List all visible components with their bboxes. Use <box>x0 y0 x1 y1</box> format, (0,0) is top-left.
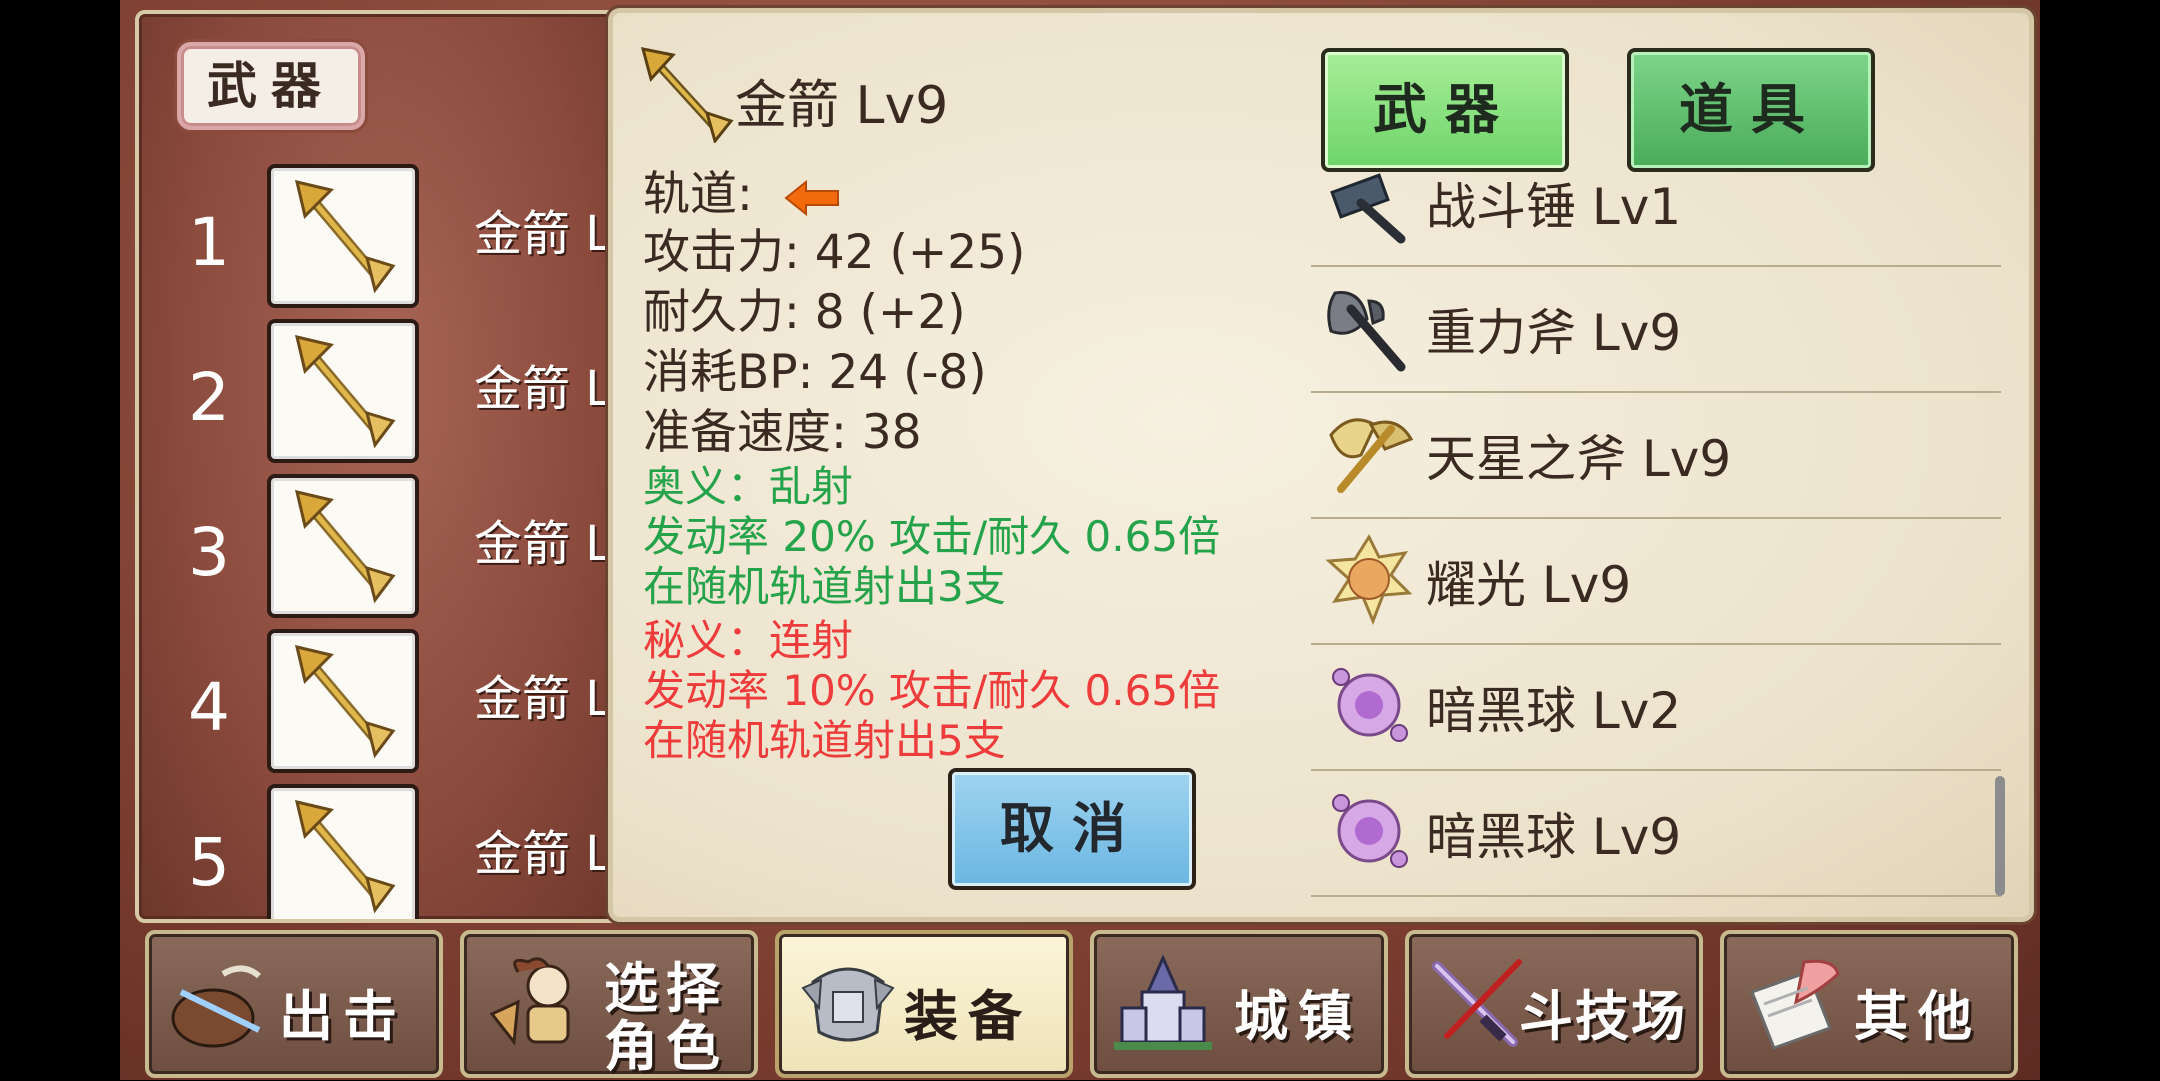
slot-icon-box[interactable] <box>267 474 419 618</box>
slot-icon-box[interactable] <box>267 784 419 919</box>
weapons-panel-title: 武器 <box>177 42 365 130</box>
tab-items[interactable]: 道具 <box>1627 48 1875 172</box>
slot-number: 3 <box>188 514 230 591</box>
inventory-item-name: 耀光 Lv9 <box>1426 556 1632 614</box>
nav-select-character-button[interactable]: 选择 角色 <box>460 930 758 1078</box>
character-icon <box>489 957 570 1046</box>
nav-equipment-button[interactable]: 装备 <box>775 930 1073 1078</box>
slot-weapon-label: 金箭 L <box>474 671 613 727</box>
sortie-icon <box>171 965 261 1048</box>
inventory-item-name: 暗黑球 Lv2 <box>1426 682 1682 740</box>
golden-arrow-icon <box>294 179 396 294</box>
inventory-item-name: 暗黑球 Lv9 <box>1426 808 1682 866</box>
ready-speed-stat: 准备速度: 38 <box>643 405 922 460</box>
attack-stat: 攻击力: 42 (+25) <box>643 225 1026 280</box>
slot-number: 4 <box>188 669 230 746</box>
dark-orb-icon <box>1332 794 1408 868</box>
slot-number: 1 <box>188 204 230 281</box>
nav-arena-button[interactable]: 斗技场 <box>1405 930 1703 1078</box>
nav-select-label-line2: 角色 <box>604 1015 728 1078</box>
nav-other-button[interactable]: 其他 <box>1720 930 2018 1078</box>
weapon-inventory-list[interactable]: 战斗锤 Lv1 重力斧 Lv9 天星之斧 Lv9 耀光 Lv9 暗黑球 Lv2 … <box>1311 173 2001 913</box>
inventory-item-name: 战斗锤 Lv1 <box>1426 178 1682 236</box>
cancel-button[interactable]: 取消 <box>948 768 1196 890</box>
weapon-detail-panel: 金箭 Lv9 轨道: 攻击力: 42 (+25) 耐久力: 8 (+2) 消耗B… <box>608 8 2034 922</box>
inventory-scrollbar[interactable] <box>1995 776 2005 896</box>
selected-weapon-name: 金箭 Lv9 <box>735 76 949 136</box>
list-item[interactable]: 暗黑球 Lv2 <box>1311 643 2001 771</box>
bp-cost-stat: 消耗BP: 24 (-8) <box>643 345 987 400</box>
secret-skill-2-desc: 在随机轨道射出5支 <box>643 716 1006 765</box>
armor-icon <box>801 967 895 1042</box>
slot-number: 2 <box>188 359 230 436</box>
dark-orb-icon <box>1332 668 1408 742</box>
weapon-slot-4[interactable]: 4 金箭 L <box>139 619 634 773</box>
inventory-item-name: 天星之斧 Lv9 <box>1426 430 1732 488</box>
slot-icon-box[interactable] <box>267 629 419 773</box>
durability-stat: 耐久力: 8 (+2) <box>643 285 966 340</box>
war-hammer-icon <box>1330 173 1406 244</box>
nav-town-label: 城镇 <box>1234 985 1362 1048</box>
scroll-quill-icon <box>1750 959 1840 1050</box>
castle-icon <box>1114 954 1212 1050</box>
equipped-weapons-panel: 武器 1 金箭 L 2 金箭 L 3 金箭 L 4 金箭 L 5 金箭 L <box>135 10 638 923</box>
slot-weapon-label: 金箭 L <box>474 516 613 572</box>
weapon-slot-5[interactable]: 5 金箭 L <box>139 774 634 919</box>
list-item[interactable]: 重力斧 Lv9 <box>1311 265 2001 393</box>
golden-arrow-icon <box>294 489 396 604</box>
selected-weapon-header: 金箭 Lv9 <box>635 43 948 147</box>
slot-number: 5 <box>188 824 230 901</box>
slot-weapon-label: 金箭 L <box>474 206 613 262</box>
slot-weapon-label: 金箭 L <box>474 361 613 417</box>
gravity-axe-icon <box>1327 291 1406 372</box>
golden-arrow-icon <box>294 799 396 914</box>
nav-sortie-button[interactable]: 出击 <box>145 930 443 1078</box>
tab-weapons[interactable]: 武器 <box>1321 48 1569 172</box>
star-axe-icon <box>1329 418 1414 493</box>
slot-icon-box[interactable] <box>267 319 419 463</box>
golden-arrow-icon <box>294 334 396 449</box>
nav-equipment-label: 装备 <box>904 985 1032 1048</box>
slot-icon-box[interactable] <box>267 164 419 308</box>
nav-town-button[interactable]: 城镇 <box>1090 930 1388 1078</box>
slot-weapon-label: 金箭 L <box>474 826 613 882</box>
weapon-slot-3[interactable]: 3 金箭 L <box>139 464 634 618</box>
weapon-slot-1[interactable]: 1 金箭 L <box>139 154 634 308</box>
weapon-slot-2[interactable]: 2 金箭 L <box>139 309 634 463</box>
secret-skill-1-desc: 在随机轨道射出3支 <box>643 562 1006 611</box>
nav-arena-label: 斗技场 <box>1519 985 1687 1048</box>
list-item[interactable]: 天星之斧 Lv9 <box>1311 391 2001 519</box>
golden-arrow-icon <box>640 47 734 145</box>
nav-other-label: 其他 <box>1854 985 1982 1048</box>
orange-left-arrow-icon <box>784 179 839 216</box>
list-item[interactable]: 暗黑球 Lv9 <box>1311 769 2001 897</box>
list-item[interactable]: 战斗锤 Lv1 <box>1311 173 2001 267</box>
inventory-item-name: 重力斧 Lv9 <box>1426 304 1682 362</box>
radiance-orb-icon <box>1325 533 1413 626</box>
crossed-swords-icon <box>1432 959 1522 1047</box>
list-item[interactable]: 耀光 Lv9 <box>1311 517 2001 645</box>
nav-sortie-label: 出击 <box>279 985 407 1048</box>
golden-arrow-icon <box>294 644 396 759</box>
